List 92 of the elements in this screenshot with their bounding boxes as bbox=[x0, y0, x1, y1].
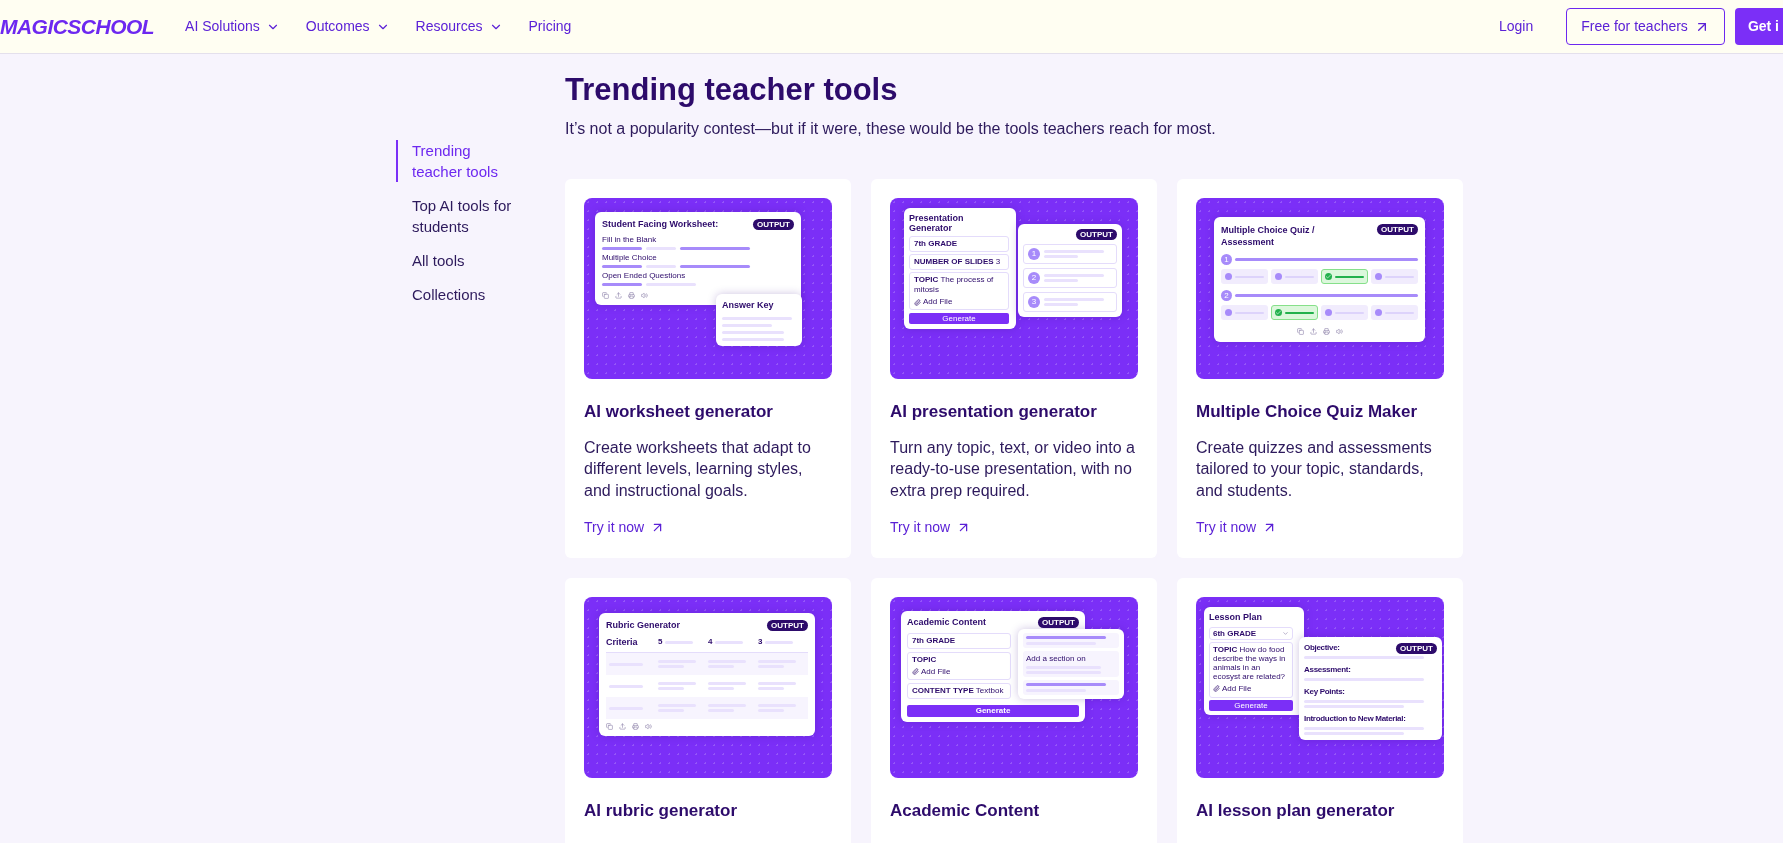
slide-number: 1 bbox=[1028, 248, 1040, 260]
tool-title: AI rubric generator bbox=[584, 800, 739, 822]
copy-icon bbox=[1296, 328, 1304, 335]
upload-icon bbox=[619, 723, 626, 730]
try-it-now-link[interactable]: Try it now bbox=[1196, 517, 1444, 538]
placeholder-line bbox=[602, 264, 642, 268]
check-icon bbox=[1275, 309, 1282, 316]
section-label: Multiple Choice bbox=[602, 252, 658, 263]
paperclip-icon bbox=[912, 668, 919, 675]
speaker-icon bbox=[645, 723, 652, 730]
score-heading: 5 bbox=[658, 636, 663, 649]
section-heading: Introduction to New Material: bbox=[1304, 713, 1406, 725]
question-number: 1 bbox=[1221, 254, 1232, 265]
tool-title: AI worksheet generator bbox=[584, 401, 774, 423]
sidebar-link[interactable]: Collections bbox=[396, 284, 524, 305]
placeholder-line bbox=[602, 246, 642, 250]
mockup-title: Presentation Generator bbox=[909, 213, 965, 233]
slide-number: 2 bbox=[1028, 272, 1040, 284]
nav-link[interactable]: Resources bbox=[415, 16, 503, 37]
output-badge: OUTPUT bbox=[1377, 224, 1418, 235]
get-started-button[interactable]: Get i bbox=[1734, 8, 1783, 45]
section-heading: Key Points: bbox=[1304, 686, 1345, 698]
output-badge: OUTPUT bbox=[767, 620, 808, 632]
sidebar-link[interactable]: Trending teacher tools bbox=[396, 140, 524, 182]
add-file-label: Add File bbox=[921, 666, 951, 677]
paperclip-icon bbox=[914, 298, 921, 306]
check-icon bbox=[1325, 273, 1332, 280]
section-heading: Assessment: bbox=[1304, 664, 1351, 676]
placeholder-line bbox=[680, 264, 750, 268]
section-title: Trending teacher tools bbox=[565, 71, 899, 109]
mockup-title: Multiple Choice Quiz / Assessment bbox=[1221, 224, 1316, 248]
try-it-now-link[interactable]: Try it now bbox=[890, 517, 1138, 538]
field-text: TOPIC The process of mitosis bbox=[914, 275, 995, 295]
mockup-title: Lesson Plan bbox=[1209, 611, 1263, 624]
copy-icon bbox=[606, 723, 613, 730]
speaker-icon bbox=[1335, 328, 1343, 335]
login-link[interactable]: Login bbox=[1499, 16, 1534, 37]
placeholder-line bbox=[680, 246, 750, 250]
section-subtitle: It’s not a popularity contest—but if it were, these would be the tools teachers reach for most. bbox=[565, 119, 1217, 139]
nav-link[interactable]: Pricing bbox=[528, 16, 572, 37]
nav-link[interactable]: AI Solutions bbox=[185, 16, 280, 37]
add-file-label: Add File bbox=[923, 297, 953, 307]
print-icon bbox=[1322, 328, 1330, 335]
placeholder-line bbox=[1335, 275, 1364, 278]
grade-label: 6th GRADE bbox=[1213, 627, 1257, 639]
try-it-now-link[interactable]: Try it now bbox=[584, 517, 832, 538]
field-text: 7th GRADE bbox=[912, 635, 957, 646]
output-badge: OUTPUT bbox=[753, 219, 794, 231]
print-icon bbox=[632, 723, 639, 730]
field-text: 7th GRADE bbox=[914, 239, 959, 249]
field-text: TOPIC bbox=[912, 654, 938, 665]
mockup-title: Rubric Generator bbox=[606, 619, 681, 632]
field-text: CONTENT TYPE Textbok bbox=[912, 685, 1005, 696]
tool-description: Create quizzes and assessments tailored to your topic, standards, and students. bbox=[1196, 437, 1433, 501]
tool-description: Turn any topic, text, or video into a ready-to-use presentation, with no extra prep required. bbox=[890, 437, 1136, 501]
question-number: 2 bbox=[1221, 290, 1232, 301]
upload-icon bbox=[1309, 328, 1317, 335]
sidebar-link[interactable]: Top AI tools for students bbox=[396, 195, 524, 237]
copy-icon bbox=[602, 291, 609, 299]
section-prompt: Add a section on bbox=[1026, 654, 1087, 664]
chevron-down-icon bbox=[1282, 629, 1289, 637]
nav-link[interactable]: Outcomes bbox=[305, 16, 390, 37]
tool-title: Multiple Choice Quiz Maker bbox=[1196, 401, 1419, 423]
topic-text: TOPIC How do food describe the ways in animals in an ecosyst are related? bbox=[1213, 644, 1287, 681]
criteria-heading: Criteria bbox=[606, 635, 639, 649]
free-for-teachers-button[interactable]: Free for teachers bbox=[1566, 8, 1725, 45]
paperclip-icon bbox=[1213, 685, 1220, 692]
output-badge: OUTPUT bbox=[1038, 617, 1079, 629]
section-heading: Objective: bbox=[1304, 642, 1340, 654]
score-heading: 4 bbox=[708, 636, 713, 649]
score-heading: 3 bbox=[758, 636, 763, 649]
speaker-icon bbox=[641, 291, 648, 299]
mockup-title: Answer Key bbox=[722, 299, 775, 312]
tool-title: AI presentation generator bbox=[890, 401, 1098, 423]
mockup-title: Student Facing Worksheet: bbox=[602, 218, 719, 231]
sidebar-link[interactable]: All tools bbox=[396, 250, 524, 271]
slide-number: 3 bbox=[1028, 296, 1040, 308]
field-text: NUMBER OF SLIDES 3 bbox=[914, 257, 1002, 267]
upload-icon bbox=[615, 291, 622, 299]
tool-title: Academic Content bbox=[890, 800, 1041, 822]
tool-title: AI lesson plan generator bbox=[1196, 800, 1396, 822]
add-file-label: Add File bbox=[1222, 682, 1252, 695]
logo[interactable]: MAGICSCHOOL bbox=[0, 10, 155, 43]
output-badge: OUTPUT bbox=[1396, 642, 1437, 654]
placeholder-line bbox=[602, 282, 642, 286]
section-label: Fill in the Blank bbox=[602, 234, 658, 245]
section-label: Open Ended Questions bbox=[602, 270, 687, 281]
output-badge: OUTPUT bbox=[1076, 229, 1117, 240]
mockup-title: Academic Content bbox=[907, 616, 986, 629]
print-icon bbox=[628, 291, 635, 299]
tool-description: Create worksheets that adapt to different levels, learning styles, and instructional goals. bbox=[584, 437, 812, 501]
placeholder-line bbox=[1285, 311, 1314, 314]
